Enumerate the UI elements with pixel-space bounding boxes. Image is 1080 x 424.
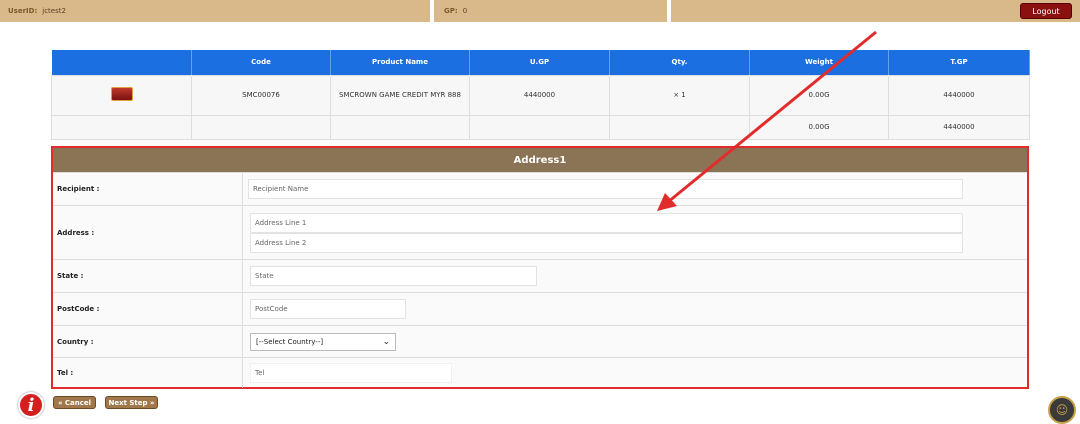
recipient-row: Recipient : Recipient Name [53, 172, 1027, 205]
address-row: Address : Address Line 1 Address Line 2 [53, 205, 1027, 259]
gp-label: GP: [444, 7, 458, 15]
col-header-product-name: Product Name [330, 50, 470, 75]
support-chat-icon[interactable]: ☺ [1048, 396, 1076, 424]
total-row: 0.00G 4440000 [51, 114, 1030, 140]
country-label: Country : [53, 326, 243, 357]
item-tgp: 4440000 [888, 74, 1030, 116]
state-input[interactable]: State [250, 266, 537, 286]
item-ugp: 4440000 [469, 74, 610, 116]
col-header-code: Code [191, 50, 331, 75]
gp-value: 0 [462, 7, 468, 15]
gp-segment: GP: 0 [434, 0, 667, 22]
cart-header-row: Code Product Name U.GP Qty. Weight T.GP [51, 50, 1030, 75]
tel-row: Tel : Tel [53, 357, 1027, 388]
top-bar: UserID: jctest2 GP: 0 Logout [0, 0, 1080, 22]
address-line1-input[interactable]: Address Line 1 [250, 212, 963, 233]
country-selected-value: [--Select Country--] [256, 337, 324, 346]
cart-table: Code Product Name U.GP Qty. Weight T.GP … [51, 50, 1030, 140]
total-tgp: 4440000 [888, 114, 1030, 140]
col-header-weight: Weight [749, 50, 889, 75]
total-weight: 0.00G [749, 114, 889, 140]
col-header-ugp: U.GP [469, 50, 610, 75]
cancel-button[interactable]: « Cancel [53, 396, 96, 409]
postcode-label: PostCode : [53, 293, 243, 325]
postcode-row: PostCode : PostCode [53, 292, 1027, 325]
col-header-image [51, 50, 192, 75]
userid-value: jctest2 [42, 7, 66, 15]
recipient-label: Recipient : [53, 173, 243, 205]
table-row: SMC00076 SMCROWN GAME CREDIT MYR 888 444… [51, 74, 1030, 116]
userid-label: UserID: [8, 7, 38, 15]
col-header-tgp: T.GP [888, 50, 1030, 75]
logout-segment [671, 0, 1080, 22]
product-image-cell [51, 74, 192, 116]
postcode-input[interactable]: PostCode [250, 299, 406, 319]
chevron-down-icon: ⌄ [382, 336, 390, 347]
col-header-qty: Qty. [609, 50, 750, 75]
next-step-button[interactable]: Next Step » [105, 396, 158, 409]
state-row: State : State [53, 259, 1027, 292]
country-select[interactable]: [--Select Country--] ⌄ [250, 332, 396, 351]
tel-label: Tel : [53, 358, 243, 388]
state-label: State : [53, 260, 243, 292]
address-label: Address : [53, 206, 243, 259]
country-row: Country : [--Select Country--] ⌄ [53, 325, 1027, 357]
item-code: SMC00076 [191, 74, 331, 116]
product-thumbnail [110, 87, 133, 101]
userid-segment: UserID: jctest2 [0, 0, 430, 22]
item-weight: 0.00G [749, 74, 889, 116]
recipient-input[interactable]: Recipient Name [248, 179, 963, 199]
item-qty: × 1 [609, 74, 750, 116]
info-icon[interactable]: i [18, 392, 44, 418]
tel-input[interactable]: Tel [250, 363, 452, 383]
item-product-name: SMCROWN GAME CREDIT MYR 888 [330, 74, 470, 116]
address-line2-input[interactable]: Address Line 2 [250, 232, 963, 253]
logout-button[interactable]: Logout [1020, 3, 1072, 19]
address-title: Address1 [53, 148, 1027, 172]
address-form: Address1 Recipient : Recipient Name Addr… [51, 146, 1029, 389]
